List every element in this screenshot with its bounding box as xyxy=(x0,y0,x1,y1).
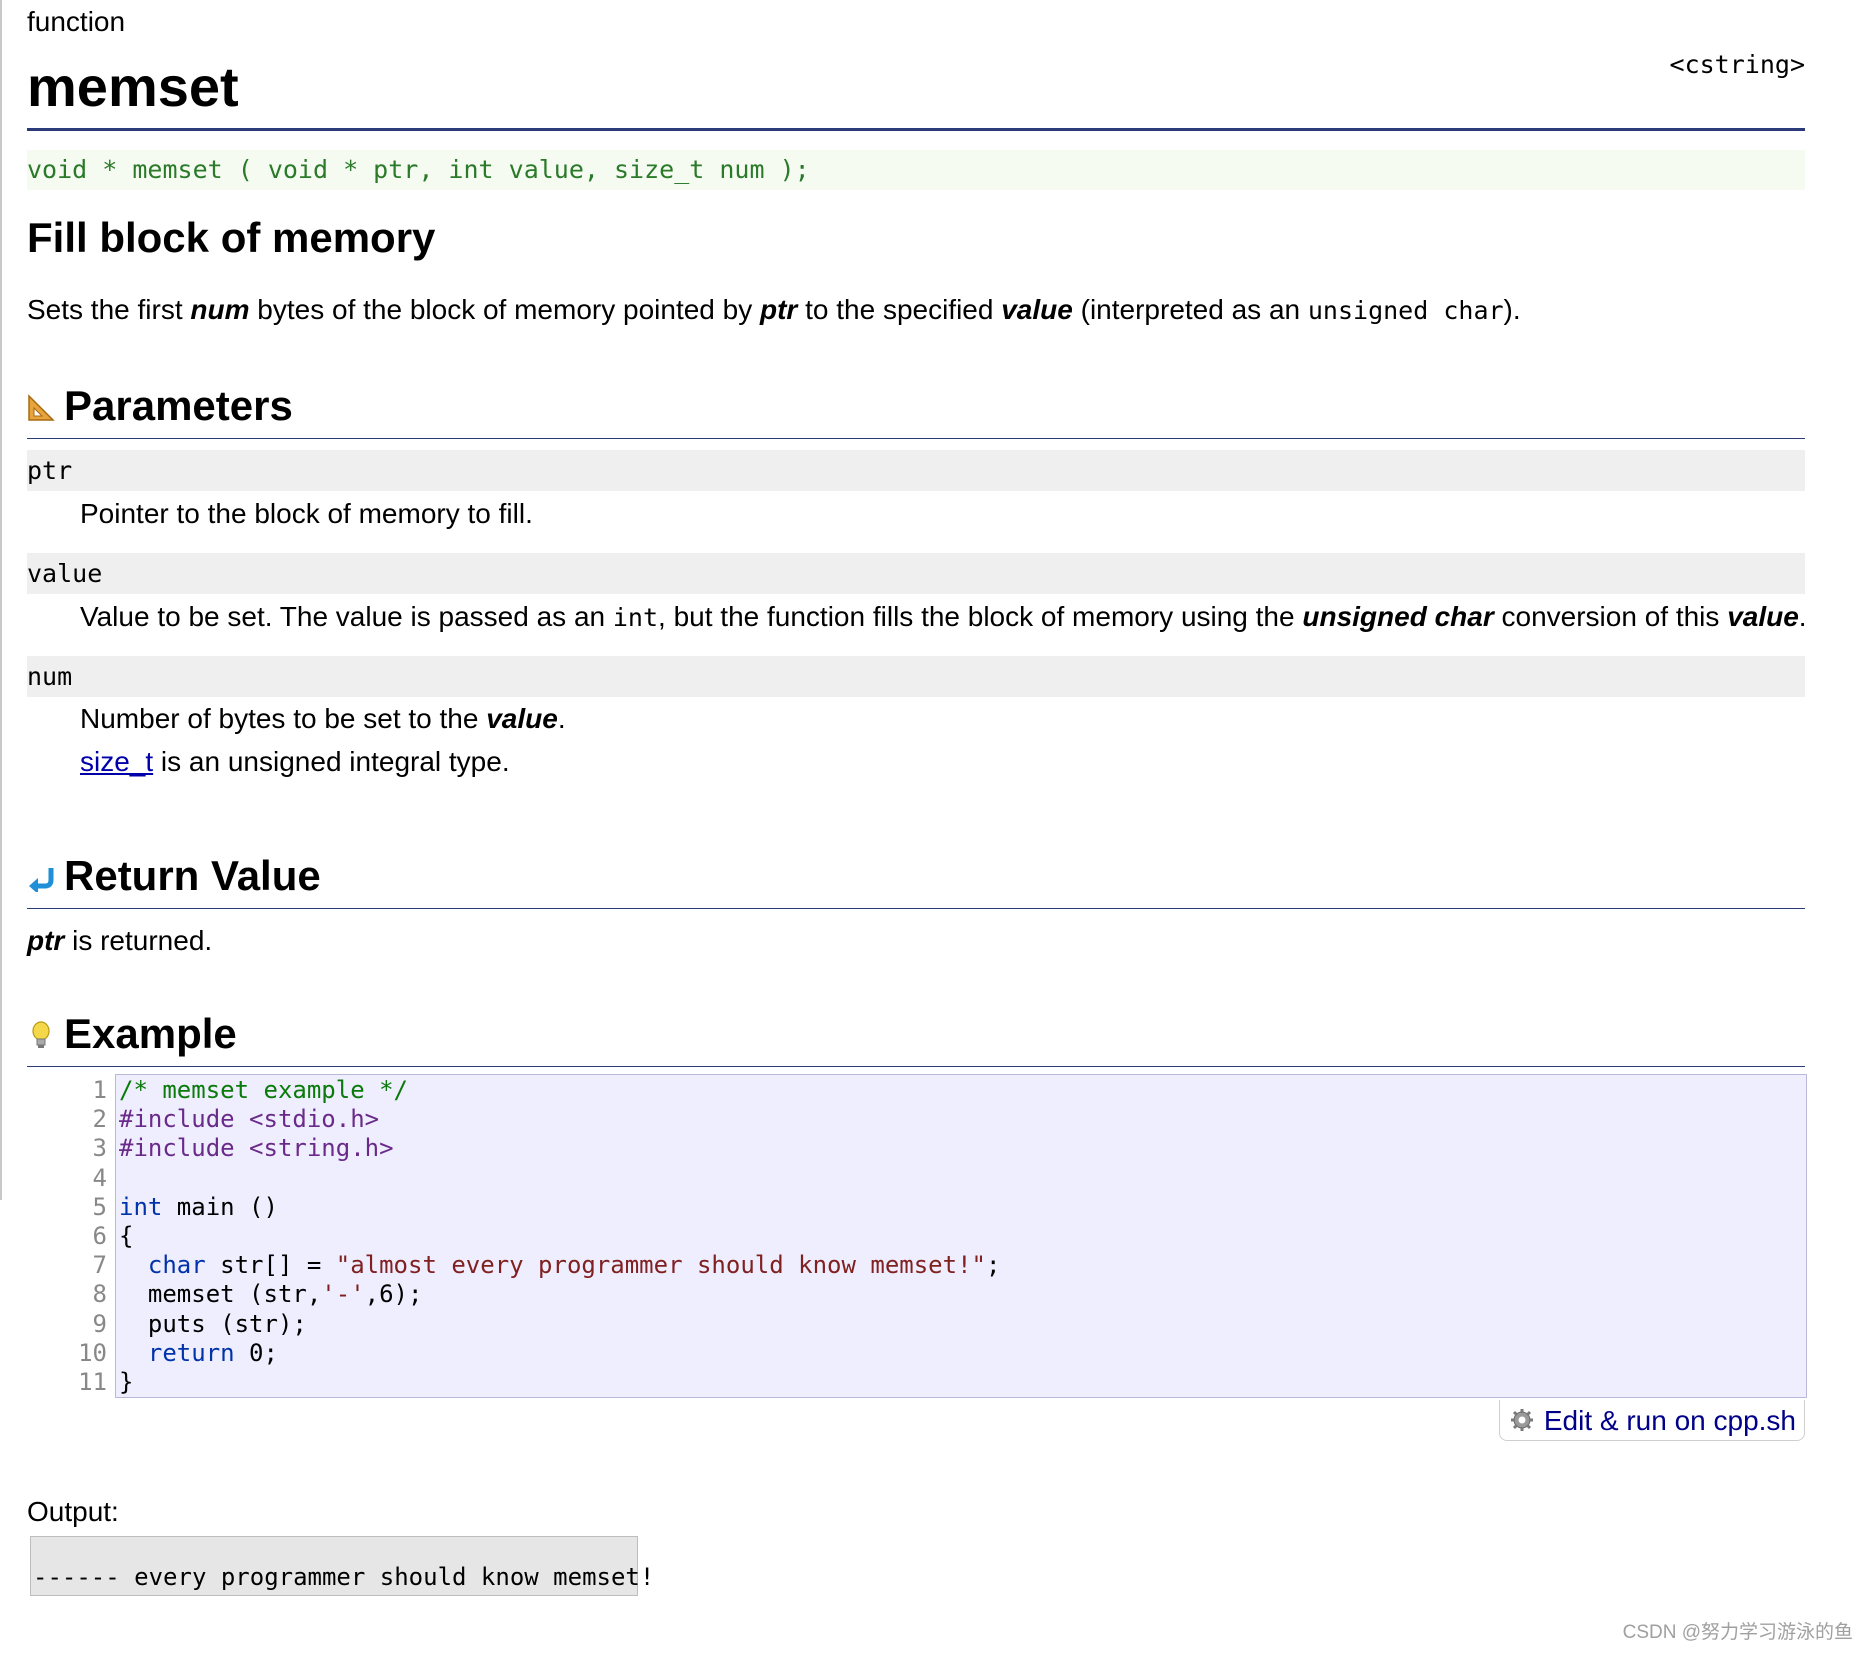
line-number: 11 xyxy=(78,1368,107,1397)
title-divider xyxy=(27,128,1805,131)
short-description: Fill block of memory xyxy=(27,214,436,261)
line-number: 10 xyxy=(78,1338,107,1367)
line-number: 7 xyxy=(92,1251,107,1280)
param-text: Value to be set. The value is passed as … xyxy=(80,601,613,632)
line-number: 1 xyxy=(92,1076,107,1104)
line-number: 2 xyxy=(92,1105,107,1134)
code-keyword: char xyxy=(147,1251,206,1280)
param-desc-size-t: size_t is an unsigned integral type. xyxy=(80,746,510,778)
code-line: { xyxy=(119,1222,134,1251)
return-value-heading: Return Value xyxy=(27,848,1805,909)
entity-kind: function xyxy=(27,6,126,37)
code-comment: /* memset example */ xyxy=(119,1076,408,1104)
line-number: 4 xyxy=(92,1163,107,1192)
prototype-box: void * memset ( void * ptr, int value, s… xyxy=(27,150,1805,190)
desc-param-ptr: ptr xyxy=(760,294,798,325)
param-name-num: num xyxy=(27,656,1805,697)
example-title: Example xyxy=(64,1010,237,1057)
desc-text: (interpreted as an xyxy=(1072,294,1308,325)
parameters-title: Parameters xyxy=(64,382,293,429)
param-code: int xyxy=(612,603,659,632)
desc-param-value: value xyxy=(1001,294,1073,325)
code-string: "almost every programmer should know mem… xyxy=(335,1251,986,1280)
code-line: puts (str); xyxy=(119,1309,307,1338)
param-text: , but the function fills the block of me… xyxy=(658,601,1303,632)
output-text: ------ every programmer should know mems… xyxy=(33,1563,655,1591)
code-text-part: ; xyxy=(985,1251,1001,1280)
desc-text: bytes of the block of memory pointed by xyxy=(249,294,760,325)
desc-text: Sets the first xyxy=(27,294,191,325)
code-text-part: ,6); xyxy=(364,1280,423,1309)
code-line: char str[] = "almost every programmer sh… xyxy=(119,1251,1001,1280)
line-number: 5 xyxy=(92,1192,107,1221)
page-title: memset xyxy=(27,55,239,118)
desc-text: to the specified xyxy=(797,294,1002,325)
code-text-part: str[] = xyxy=(205,1251,336,1280)
code-keyword: int xyxy=(119,1192,163,1221)
line-number: 3 xyxy=(92,1134,107,1163)
param-label: value xyxy=(27,559,103,588)
code-include: #include <string.h> xyxy=(119,1134,394,1163)
code-line: } xyxy=(119,1368,134,1397)
prototype-text: void * memset ( void * ptr, int value, s… xyxy=(27,155,810,184)
edit-run-button[interactable]: Edit & run on cpp.sh xyxy=(1498,1400,1805,1441)
desc-text: ). xyxy=(1503,294,1521,325)
code-string: '-' xyxy=(321,1280,365,1309)
param-desc-num: Number of bytes to be set to the value. xyxy=(80,703,566,735)
set-square-icon xyxy=(28,394,55,421)
code-text-part: memset (str, xyxy=(119,1280,322,1309)
param-name-ptr: ptr xyxy=(27,450,1805,491)
code-text: /* memset example */#include <stdio.h> #i… xyxy=(119,1076,1000,1397)
watermark: CSDN @努力学习游泳的鱼 xyxy=(1622,1622,1853,1643)
return-emphasis: ptr xyxy=(27,925,65,956)
code-line: int main () xyxy=(119,1193,1000,1222)
return-text: is returned. xyxy=(64,925,213,956)
param-text: Number of bytes to be set to the xyxy=(80,703,487,734)
line-number: 8 xyxy=(92,1280,107,1309)
desc-param-num: num xyxy=(190,294,250,325)
param-label: num xyxy=(27,662,73,691)
parameters-heading: Parameters xyxy=(27,378,1805,439)
param-emphasis: unsigned char xyxy=(1302,601,1494,632)
param-text: is an unsigned integral type. xyxy=(153,746,510,777)
output-label: Output: xyxy=(27,1496,119,1527)
param-emphasis: value xyxy=(1727,601,1799,632)
lightbulb-icon xyxy=(32,1021,50,1048)
param-text: conversion of this xyxy=(1493,601,1728,632)
code-include: #include <stdio.h> xyxy=(119,1105,380,1134)
code-line: memset (str,'-',6); xyxy=(119,1280,1000,1309)
param-name-value: value xyxy=(27,553,1805,594)
code-line: return 0; xyxy=(119,1339,1000,1368)
example-heading: Example xyxy=(27,1006,1805,1067)
return-value-title: Return Value xyxy=(64,852,321,899)
output-box: ------ every programmer should know mems… xyxy=(30,1536,654,1596)
param-desc-value: Value to be set. The value is passed as … xyxy=(80,601,1807,633)
param-text: . xyxy=(1798,601,1807,632)
size-t-link[interactable]: size_t xyxy=(80,746,153,777)
line-numbers: 1 2 3 4 5 6 7 8 9 10 11 xyxy=(67,1076,107,1397)
code-keyword: return xyxy=(147,1338,235,1367)
line-number: 9 xyxy=(92,1309,107,1338)
header-library: <cstring> xyxy=(1669,50,1805,79)
param-desc-ptr: Pointer to the block of memory to fill. xyxy=(80,498,533,529)
description: Sets the first num bytes of the block of… xyxy=(27,294,1521,326)
gear-icon xyxy=(1510,1409,1533,1431)
line-number: 6 xyxy=(92,1222,107,1251)
param-emphasis: value xyxy=(486,703,558,734)
return-arrow-icon xyxy=(29,868,54,892)
param-text: . xyxy=(557,703,566,734)
return-value-text: ptr is returned. xyxy=(27,925,212,957)
edit-run-label: Edit & run on cpp.sh xyxy=(1543,1405,1796,1436)
code-text-part: 0; xyxy=(234,1338,278,1367)
param-label: ptr xyxy=(27,456,73,485)
code-text-part: main () xyxy=(162,1192,278,1221)
left-border xyxy=(0,0,2,1200)
desc-code: unsigned char xyxy=(1307,296,1504,325)
